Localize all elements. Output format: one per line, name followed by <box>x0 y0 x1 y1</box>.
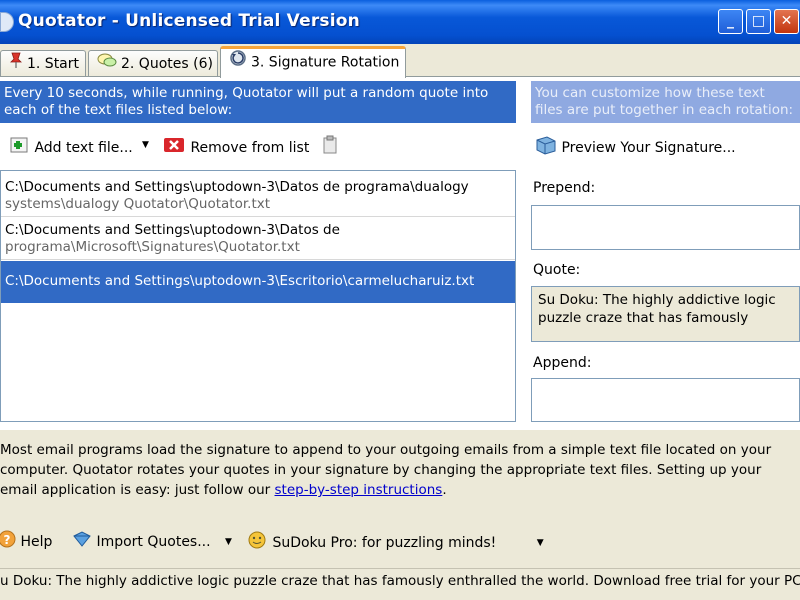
file-path: C:\Documents and Settings\uptodown-3\Esc… <box>5 273 475 289</box>
app-window: Quotator - Unlicensed Trial Version _ □ … <box>0 0 800 600</box>
add-dropdown-arrow[interactable]: ▼ <box>142 135 149 155</box>
quote-field: Su Doku: The highly addictive logic puzz… <box>531 286 800 342</box>
sudoku-icon <box>246 530 268 556</box>
help-button[interactable]: ? Help <box>0 530 52 550</box>
remove-from-list-label: Remove from list <box>190 140 310 156</box>
list-item-selected[interactable]: C:\Documents and Settings\uptodown-3\Esc… <box>1 261 515 303</box>
preview-signature-button[interactable]: Preview Your Signature... <box>535 135 736 156</box>
preview-signature-label: Preview Your Signature... <box>561 140 736 156</box>
text-file-list[interactable]: C:\Documents and Settings\uptodown-3\Dat… <box>0 170 516 422</box>
clipboard-button[interactable] <box>322 135 338 155</box>
tab-signature-rotation[interactable]: 3. Signature Rotation <box>220 46 406 78</box>
chevron-down-icon: ▼ <box>142 140 149 150</box>
maximize-button[interactable]: □ <box>746 9 771 34</box>
rotation-info-text: Every 10 seconds, while running, Quotato… <box>0 81 516 123</box>
customize-info-text: You can customize how these text files a… <box>531 81 800 123</box>
status-bar-ticker: u Doku: The highly addictive logic puzzl… <box>0 568 800 600</box>
clipboard-icon <box>322 135 338 161</box>
tab-label: 2. Quotes (6) <box>121 56 213 72</box>
chevron-down-icon: ▼ <box>536 538 544 548</box>
remove-from-list-button[interactable]: Remove from list <box>162 135 310 156</box>
instructions-link[interactable]: step-by-step instructions <box>275 482 443 498</box>
sudoku-pro-label: SuDoku Pro: for puzzling minds! <box>272 535 497 551</box>
minimize-button[interactable]: _ <box>718 9 743 34</box>
close-button[interactable]: ✕ <box>774 9 799 34</box>
add-text-file-label: Add text file... <box>34 140 133 156</box>
window-title: Quotator - Unlicensed Trial Version <box>18 11 360 31</box>
rotation-icon <box>229 49 247 76</box>
list-item[interactable]: C:\Documents and Settings\uptodown-3\Dat… <box>1 175 515 217</box>
add-icon <box>8 135 30 161</box>
preview-icon <box>535 135 557 161</box>
tab-label: 3. Signature Rotation <box>251 54 400 71</box>
svg-text:?: ? <box>4 533 11 547</box>
chevron-down-icon: ▼ <box>225 537 232 547</box>
append-field[interactable] <box>531 378 800 422</box>
prepend-label: Prepend: <box>533 180 596 196</box>
tab-start[interactable]: 1. Start <box>0 50 86 78</box>
remove-icon <box>162 135 186 161</box>
list-item[interactable]: C:\Documents and Settings\uptodown-3\Dat… <box>1 218 515 260</box>
speech-bubble-icon <box>97 51 117 77</box>
help-label: Help <box>20 534 53 550</box>
append-label: Append: <box>533 355 592 371</box>
file-path: C:\Documents and Settings\uptodown-3\Dat… <box>5 222 340 238</box>
tab-strip: 1. Start 2. Quotes (6) 3. Signature Rota… <box>0 44 800 78</box>
help-paragraph: Most email programs load the signature t… <box>0 440 800 500</box>
tab-label: 1. Start <box>27 56 80 72</box>
help-icon: ? <box>0 530 16 554</box>
app-icon <box>0 12 14 32</box>
pushpin-icon <box>9 51 23 77</box>
prepend-field[interactable] <box>531 205 800 250</box>
add-text-file-button[interactable]: Add text file... <box>8 135 133 156</box>
import-quotes-label: Import Quotes... <box>96 534 211 550</box>
import-icon <box>72 530 92 554</box>
sudoku-pro-button[interactable]: SuDoku Pro: for puzzling minds! ▼ <box>246 530 544 551</box>
file-path: C:\Documents and Settings\uptodown-3\Dat… <box>5 179 469 195</box>
help-text-end: . <box>442 482 447 498</box>
file-path-cont: programa\Microsoft\Signatures\Quotator.t… <box>5 239 300 255</box>
title-bar[interactable]: Quotator - Unlicensed Trial Version _ □ … <box>0 0 800 44</box>
tab-quotes[interactable]: 2. Quotes (6) <box>88 50 218 78</box>
import-quotes-button[interactable]: Import Quotes... ▼ <box>72 530 232 550</box>
file-path-cont: systems\dualogy Quotator\Quotator.txt <box>5 196 271 212</box>
quote-label: Quote: <box>533 262 581 278</box>
